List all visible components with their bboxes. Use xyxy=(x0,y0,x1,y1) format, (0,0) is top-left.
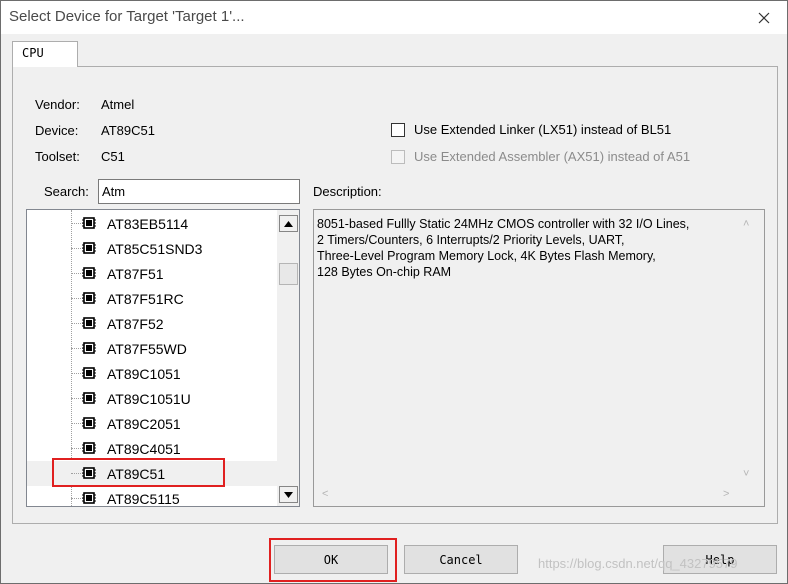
device-list-item-label: AT87F55WD xyxy=(107,341,187,357)
use-lx51-checkbox[interactable] xyxy=(391,123,405,137)
device-list-item[interactable]: AT89C1051U xyxy=(27,386,277,411)
device-list-item[interactable]: AT85C51SND3 xyxy=(27,236,277,261)
select-device-dialog: Select Device for Target 'Target 1'... C… xyxy=(0,0,788,584)
chip-icon xyxy=(82,417,96,429)
chip-icon xyxy=(82,392,96,404)
watermark: https://blog.csdn.net/qq_43279579 xyxy=(538,556,738,571)
device-list-item[interactable]: AT87F51 xyxy=(27,261,277,286)
title-bar: Select Device for Target 'Target 1'... xyxy=(1,1,787,34)
device-list-item-label: AT87F51RC xyxy=(107,291,184,307)
description-box: 8051-based Fullly Static 24MHz CMOS cont… xyxy=(313,209,765,507)
device-list-item[interactable]: AT87F51RC xyxy=(27,286,277,311)
vendor-label: Vendor: xyxy=(35,97,80,112)
arrow-down-icon xyxy=(284,491,293,498)
device-list-item-label: AT85C51SND3 xyxy=(107,241,203,257)
vendor-value: Atmel xyxy=(101,97,135,112)
device-list-item-label: AT89C4051 xyxy=(107,441,181,457)
chip-icon xyxy=(82,267,96,279)
device-list-item-label: AT89C5115 xyxy=(107,491,180,507)
cancel-button[interactable]: Cancel xyxy=(404,545,518,574)
use-ax51-checkbox xyxy=(391,150,405,164)
device-tree-scrollbar[interactable] xyxy=(277,210,299,506)
device-value: AT89C51 xyxy=(101,123,155,138)
device-list-item[interactable]: AT87F55WD xyxy=(27,336,277,361)
chip-icon xyxy=(82,367,96,379)
scroll-thumb[interactable] xyxy=(279,263,298,285)
chip-icon xyxy=(82,342,96,354)
close-button[interactable] xyxy=(741,1,787,34)
chip-icon xyxy=(82,492,96,504)
search-label: Search: xyxy=(44,184,89,199)
use-lx51-label[interactable]: Use Extended Linker (LX51) instead of BL… xyxy=(414,122,671,137)
toolset-value: C51 xyxy=(101,149,125,164)
device-list-item[interactable]: AT83EB5114 xyxy=(27,211,277,236)
ok-button-highlight xyxy=(269,538,397,582)
description-label: Description: xyxy=(313,184,382,199)
device-list-item[interactable]: AT89C2051 xyxy=(27,411,277,436)
chip-icon xyxy=(82,292,96,304)
device-list-item-label: AT89C2051 xyxy=(107,416,181,432)
desc-scroll-left-icon: < xyxy=(322,488,329,500)
desc-scroll-right-icon: > xyxy=(723,488,730,500)
device-list-item[interactable]: AT87F52 xyxy=(27,311,277,336)
desc-scroll-down-icon: ˅ xyxy=(743,468,750,480)
chip-icon xyxy=(82,217,96,229)
arrow-up-icon xyxy=(284,220,293,227)
scroll-down-button[interactable] xyxy=(279,486,298,503)
device-list-item[interactable]: AT89C5115 xyxy=(27,486,277,507)
tab-cpu[interactable]: CPU xyxy=(12,41,78,67)
selected-device-highlight xyxy=(52,458,225,487)
close-icon xyxy=(758,12,770,23)
window-title: Select Device for Target 'Target 1'... xyxy=(9,8,245,25)
device-list-item-label: AT89C1051 xyxy=(107,366,181,382)
device-label: Device: xyxy=(35,123,79,138)
toolset-label: Toolset: xyxy=(35,149,80,164)
device-list-item[interactable]: AT89C1051 xyxy=(27,361,277,386)
device-list-item-label: AT89C1051U xyxy=(107,391,191,407)
cancel-button-label: Cancel xyxy=(439,552,483,567)
description-text: 8051-based Fullly Static 24MHz CMOS cont… xyxy=(317,217,690,279)
chip-icon xyxy=(82,242,96,254)
chip-icon xyxy=(82,317,96,329)
use-ax51-label: Use Extended Assembler (AX51) instead of… xyxy=(414,149,691,164)
device-list-item-label: AT87F52 xyxy=(107,316,164,332)
device-list-item-label: AT87F51 xyxy=(107,266,164,282)
tab-cpu-label: CPU xyxy=(22,46,44,60)
device-list-item-label: AT83EB5114 xyxy=(107,216,189,232)
chip-icon xyxy=(82,442,96,454)
desc-scroll-up-icon: ˄ xyxy=(743,218,750,230)
scroll-up-button[interactable] xyxy=(279,215,298,232)
search-input[interactable] xyxy=(98,179,300,204)
